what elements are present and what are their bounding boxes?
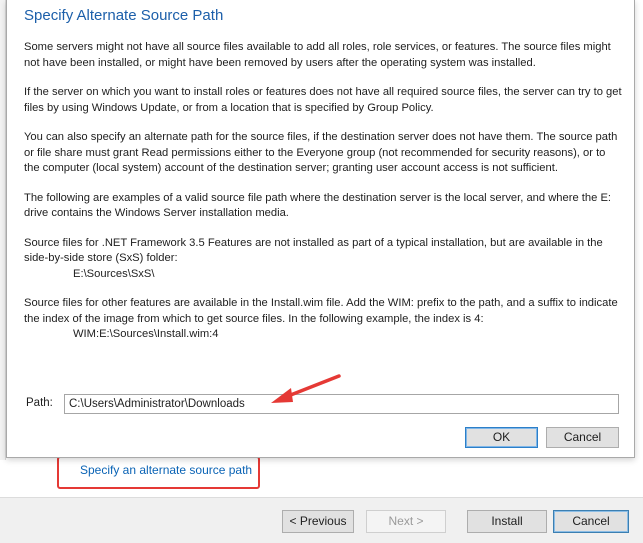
path-input[interactable] (64, 394, 619, 414)
previous-button[interactable]: < Previous (282, 510, 354, 533)
wim-text: Source files for other features are avai… (24, 297, 618, 325)
examples-paragraph: The following are examples of a valid so… (24, 191, 612, 220)
sxs-text: Source files for .NET Framework 3.5 Feat… (24, 236, 603, 265)
ok-button[interactable]: OK (465, 427, 538, 448)
sxs-paragraph: Source files for .NET Framework 3.5 Feat… (24, 236, 622, 283)
sxs-path: E:\Sources\SxS\ (73, 267, 155, 280)
intro-paragraph: Some servers might not have all source f… (24, 41, 611, 69)
specify-alternate-source-link[interactable]: Specify an alternate source path (80, 463, 252, 477)
path-label: Path: (26, 397, 53, 409)
alternate-source-dialog: Specify Alternate Source Path Some serve… (6, 0, 635, 458)
wizard-cancel-button[interactable]: Cancel (553, 510, 629, 533)
install-button[interactable]: Install (467, 510, 547, 533)
dialog-title: Specify Alternate Source Path (24, 7, 224, 24)
permissions-paragraph: You can also specify an alternate path f… (24, 131, 618, 174)
wim-path: WIM:E:\Sources\Install.wim:4 (73, 328, 219, 340)
dialog-cancel-button[interactable]: Cancel (546, 427, 619, 448)
dialog-body: Some servers might not have all source f… (24, 40, 622, 357)
next-button[interactable]: Next > (366, 510, 446, 533)
windows-update-paragraph: If the server on which you want to insta… (24, 86, 622, 114)
wim-paragraph: Source files for other features are avai… (24, 296, 622, 343)
